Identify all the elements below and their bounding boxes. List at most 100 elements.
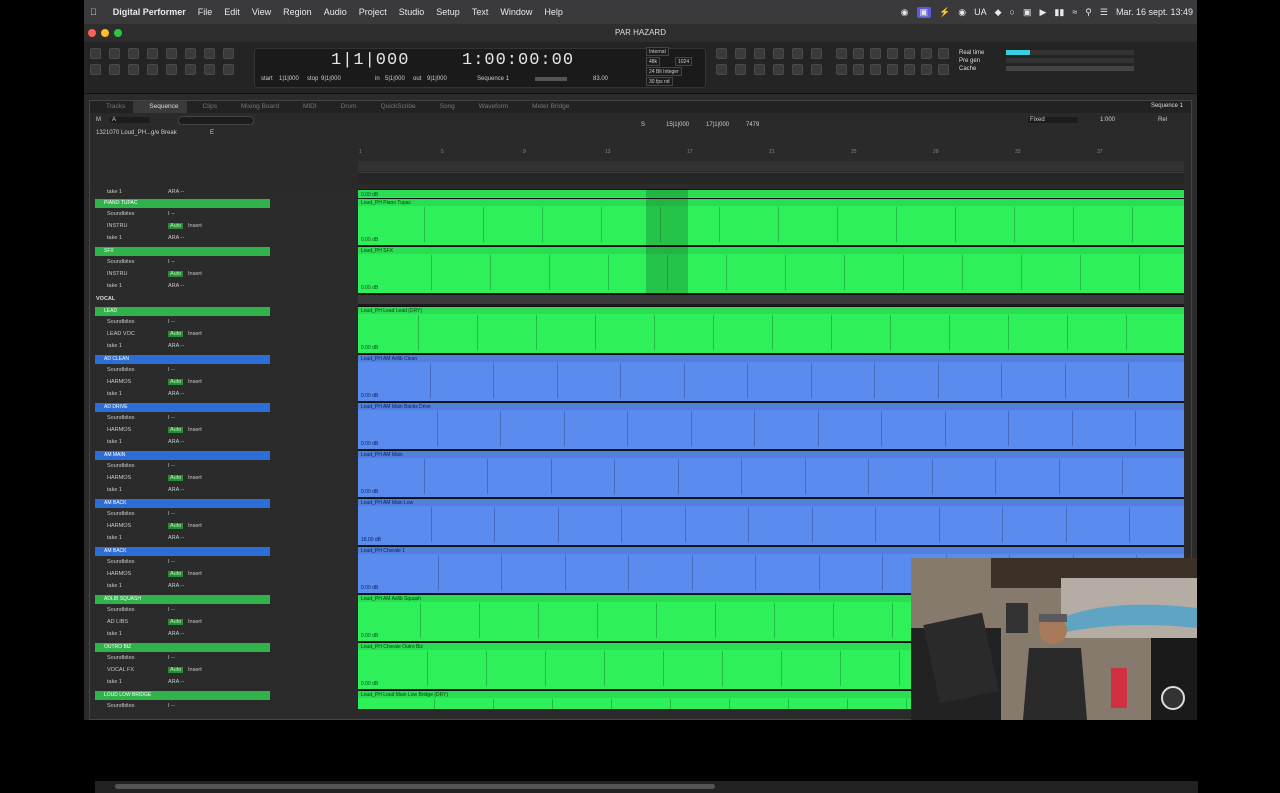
start-value[interactable]: 1|1|000 [279, 76, 299, 82]
tool-button[interactable] [90, 64, 101, 75]
track-lane[interactable]: Loud_PH SFX 0.00 dB [358, 246, 1184, 293]
tool-button[interactable] [204, 64, 215, 75]
s-button[interactable]: S [641, 122, 645, 128]
dash-select[interactable]: I -- [168, 703, 175, 709]
insert-select[interactable]: Insert [188, 427, 202, 433]
tool-button[interactable] [166, 64, 177, 75]
menu-view[interactable]: View [252, 7, 271, 17]
region-name[interactable]: 1321070 Loud_PH...g/e Break [96, 130, 177, 136]
e-button[interactable]: E [210, 130, 214, 136]
ara-select[interactable]: ARA -- [168, 679, 184, 685]
menu-studio[interactable]: Studio [399, 7, 425, 17]
take-select[interactable]: take 1 [107, 535, 122, 541]
pause-button[interactable] [204, 48, 215, 59]
transport-tool-button[interactable] [773, 48, 784, 59]
tab-clips[interactable]: Clips [187, 101, 225, 113]
take-select[interactable]: take 1 [107, 631, 122, 637]
dash-select[interactable]: I -- [168, 559, 175, 565]
tab-song[interactable]: Song [424, 101, 463, 113]
track-name[interactable]: AM MAIN [95, 451, 270, 460]
transport-tool-button[interactable] [754, 64, 765, 75]
track-name[interactable]: AD CLEAN [95, 355, 270, 364]
tab-mixing-board[interactable]: Mixing Board [225, 101, 287, 113]
back-button[interactable] [109, 48, 120, 59]
input-select[interactable]: HARMOS [107, 523, 131, 529]
status-icon[interactable]: ◉ [901, 7, 909, 18]
grammar-icon[interactable]: ◉ [958, 7, 966, 18]
tab-drum[interactable]: Drum [325, 101, 365, 113]
input-select[interactable]: HARMOS [107, 427, 131, 433]
close-icon[interactable] [88, 29, 96, 37]
window-button[interactable] [870, 64, 881, 75]
tempo-value[interactable]: 83.00 [593, 76, 608, 82]
dash-select[interactable]: I -- [168, 259, 175, 265]
auto-button[interactable]: Auto [168, 571, 184, 577]
menu-project[interactable]: Project [359, 7, 387, 17]
dash-select[interactable]: I -- [168, 511, 175, 517]
take-select[interactable]: take 1 [107, 235, 122, 241]
dash-select[interactable]: I -- [168, 463, 175, 469]
ara-select[interactable]: ARA -- [168, 631, 184, 637]
m-button[interactable]: M [96, 117, 101, 123]
auto-button[interactable]: Auto [168, 475, 184, 481]
play-icon[interactable]: ▶ [1039, 7, 1046, 18]
dash-select[interactable]: I -- [168, 367, 175, 373]
search-icon[interactable]: ⚲ [1085, 7, 1092, 18]
frame-rate[interactable]: 30 fps nd [646, 77, 673, 86]
input-select[interactable]: HARMOS [107, 475, 131, 481]
window-button[interactable] [836, 64, 847, 75]
insert-select[interactable]: Insert [188, 223, 202, 229]
minimize-icon[interactable] [101, 29, 109, 37]
ara-select[interactable]: ARA -- [168, 235, 184, 241]
auto-button[interactable]: Auto [168, 331, 184, 337]
track-lane[interactable]: Loud_PH AM Main Backs Drive 0.00 dB [358, 402, 1184, 449]
input-select[interactable]: LEAD VOC [107, 331, 135, 337]
buffer-size[interactable]: 1024 [675, 57, 693, 66]
menu-setup[interactable]: Setup [436, 7, 460, 17]
input-source[interactable]: UA [974, 7, 987, 17]
auto-button[interactable]: Auto [168, 379, 184, 385]
auto-button[interactable]: Auto [168, 667, 184, 673]
record-button[interactable] [223, 48, 234, 59]
marker-bar[interactable] [358, 172, 1184, 184]
tool-button[interactable] [185, 64, 196, 75]
dash-select[interactable]: I -- [168, 319, 175, 325]
dash-select[interactable]: I -- [168, 415, 175, 421]
rewind-button[interactable] [90, 48, 101, 59]
menu-region[interactable]: Region [283, 7, 312, 17]
loop-bar[interactable] [358, 161, 1184, 171]
dash-select[interactable]: I -- [168, 655, 175, 661]
bolt-icon[interactable]: ⚡ [939, 7, 950, 18]
track-name[interactable]: LEAD [95, 307, 270, 316]
menu-help[interactable]: Help [544, 7, 563, 17]
wifi-icon[interactable]: ≈ [1072, 7, 1077, 17]
tab-meter-bridge[interactable]: Meter Bridge [516, 101, 577, 113]
window-button[interactable] [853, 48, 864, 59]
stop-button[interactable] [166, 48, 177, 59]
transport-tool-button[interactable] [792, 48, 803, 59]
ara-select[interactable]: ARA -- [168, 343, 184, 349]
take-select[interactable]: take 1 [107, 391, 122, 397]
menu-text[interactable]: Text [472, 7, 489, 17]
ara-select[interactable]: ARA -- [168, 439, 184, 445]
auto-button[interactable]: Auto [168, 427, 184, 433]
auto-button[interactable]: Auto [168, 271, 184, 277]
dash-select[interactable]: I -- [168, 607, 175, 613]
menu-audio[interactable]: Audio [324, 7, 347, 17]
insert-select[interactable]: Insert [188, 475, 202, 481]
time-ruler[interactable]: 1 5 9 13 17 21 25 29 33 37 [358, 141, 1184, 189]
stop-value[interactable]: 9|1|000 [321, 76, 341, 82]
length-field[interactable]: 7479 [746, 122, 759, 128]
ara-select[interactable]: ARA -- [168, 391, 184, 397]
window-button[interactable] [836, 48, 847, 59]
tab-waveform[interactable]: Waveform [463, 101, 516, 113]
insert-select[interactable]: Insert [188, 271, 202, 277]
counter-measure[interactable]: 1|1|000 [331, 51, 409, 70]
dash-select[interactable]: I -- [168, 211, 175, 217]
window-button[interactable] [938, 64, 949, 75]
window-button[interactable] [904, 64, 915, 75]
ara-select[interactable]: ARA -- [168, 189, 184, 195]
circle-icon[interactable]: ○ [1010, 7, 1015, 17]
control-center-icon[interactable]: ☰ [1100, 7, 1108, 18]
selection-range[interactable] [646, 189, 688, 295]
